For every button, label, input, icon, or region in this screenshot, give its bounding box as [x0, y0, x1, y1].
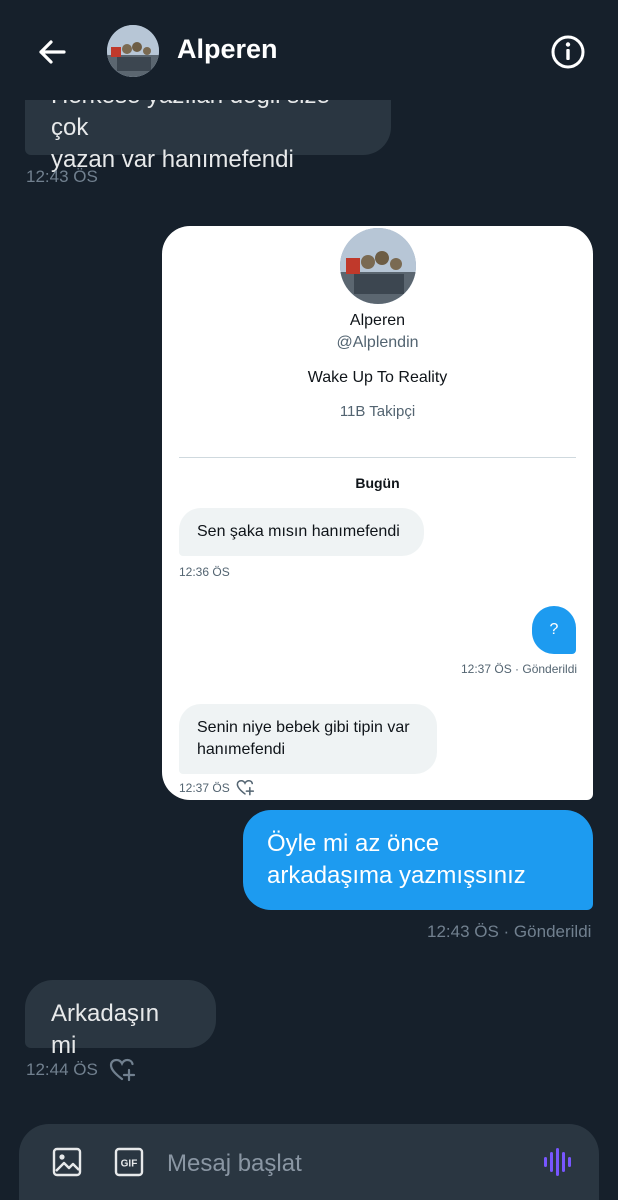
card-message-text: Senin niye bebek gibi tipin var hanımefe…: [197, 719, 410, 758]
card-message-text: Sen şaka mısın hanımefendi: [197, 523, 400, 540]
message-text: Arkadaşın mi: [51, 1000, 160, 1059]
message-text: Öyle mi az önce arkadaşıma yazmışsınız: [267, 830, 526, 889]
avatar[interactable]: [107, 25, 159, 77]
card-divider: [179, 457, 576, 458]
message-input[interactable]: Mesaj başlat: [167, 1150, 302, 1178]
card-message-text: ?: [549, 621, 559, 638]
message-time: 12:44 ÖS: [26, 1060, 98, 1079]
message-time: 12:43 ÖS: [26, 167, 98, 186]
message-composer: GIF Mesaj başlat: [19, 1124, 599, 1200]
react-heart-icon[interactable]: [108, 1056, 136, 1082]
card-profile-handle: @Alplendin: [336, 334, 419, 351]
gif-icon[interactable]: GIF: [113, 1146, 145, 1178]
card-react-heart-icon: [236, 780, 255, 796]
card-message-time: 12:37 ÖS: [179, 781, 230, 795]
card-message-meta: 12:37 ÖS · Gönderildi: [461, 662, 578, 676]
card-profile-bio: Wake Up To Reality: [307, 369, 448, 386]
message-text: yazan var hanımefendi: [51, 146, 294, 173]
svg-text:GIF: GIF: [121, 1159, 138, 1170]
card-message-time: 12:36 ÖS: [179, 565, 230, 579]
card-profile-name: Alperen: [349, 312, 406, 329]
contact-name[interactable]: Alperen: [177, 34, 278, 65]
card-message-incoming: Sen şaka mısın hanımefendi: [179, 508, 424, 556]
image-icon[interactable]: [51, 1146, 83, 1178]
card-avatar: [340, 228, 416, 304]
voice-icon[interactable]: [541, 1146, 573, 1178]
message-meta: 12:43 ÖS · Gönderildi: [427, 922, 592, 941]
back-arrow-icon[interactable]: [34, 34, 70, 70]
shared-screenshot-image[interactable]: Alperen @Alplendin Wake Up To Reality 11…: [162, 226, 593, 800]
card-day-label: Bugün: [355, 475, 400, 491]
chat-header: Alperen: [0, 0, 618, 100]
message-bubble-incoming[interactable]: Arkadaşın mi: [25, 980, 216, 1059]
message-bubble-outgoing[interactable]: Öyle mi az önce arkadaşıma yazmışsınız: [243, 810, 593, 910]
card-message-outgoing: ?: [532, 606, 576, 654]
card-message-incoming: Senin niye bebek gibi tipin var hanımefe…: [179, 704, 437, 774]
info-icon[interactable]: [550, 34, 586, 70]
card-followers-count: 11B Takipçi: [339, 403, 416, 420]
